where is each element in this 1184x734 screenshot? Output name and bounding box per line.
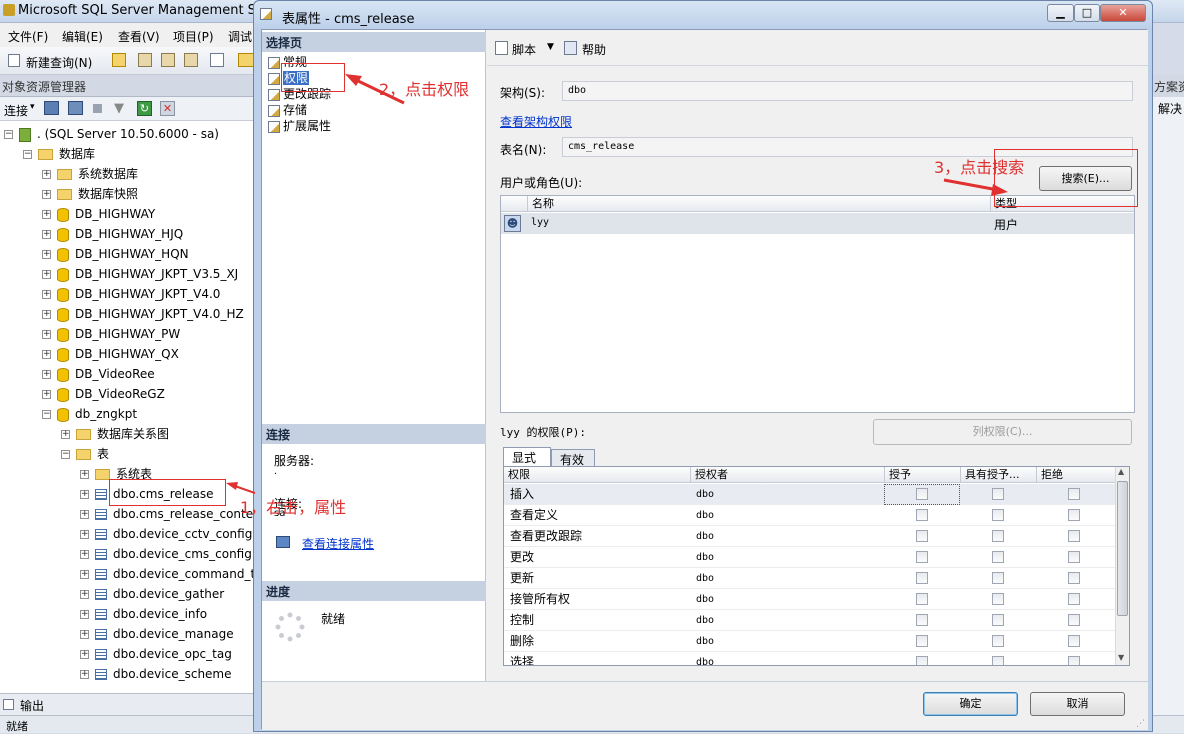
annotation-arrow-3 bbox=[943, 178, 1008, 196]
annotation-step3: 3，点击搜索 bbox=[934, 158, 1025, 177]
